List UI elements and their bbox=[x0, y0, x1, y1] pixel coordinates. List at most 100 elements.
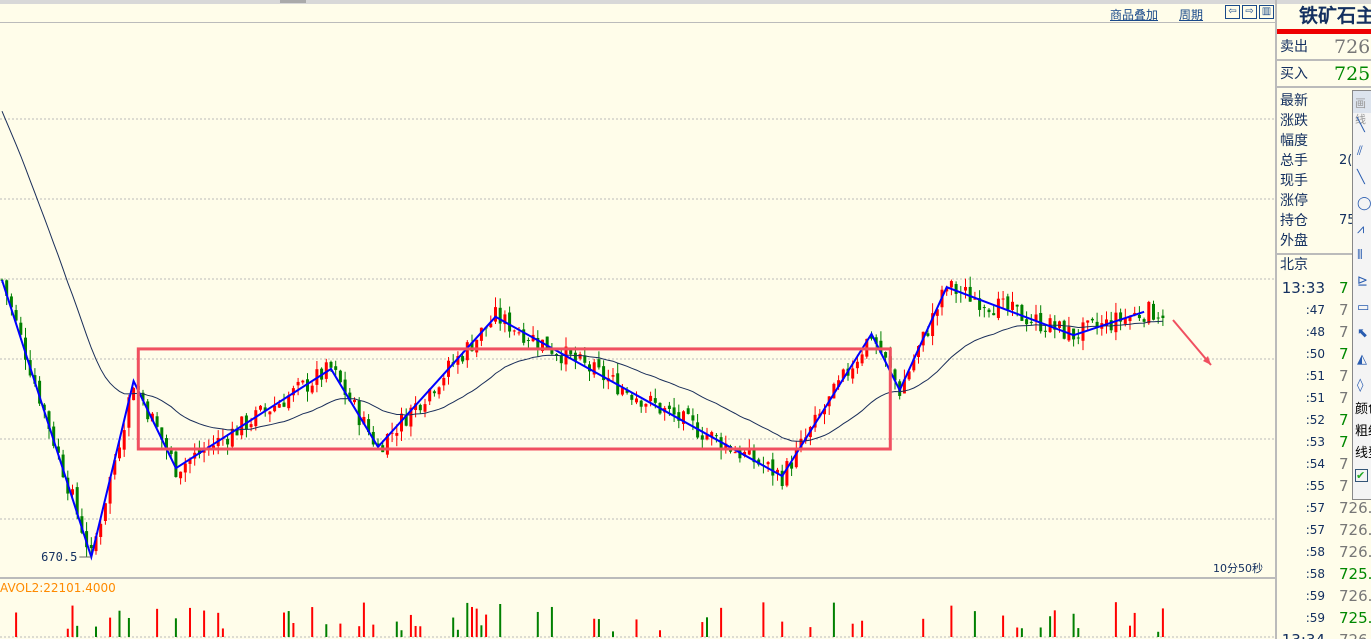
tick-price: 7 bbox=[1339, 323, 1349, 341]
candle-body bbox=[968, 286, 972, 302]
arrow-right-icon[interactable]: ⇨ bbox=[1242, 5, 1257, 19]
tick-row: :59 726. bbox=[1277, 585, 1371, 607]
candle-body bbox=[926, 333, 930, 336]
low-price-label: 670.5 bbox=[41, 550, 77, 564]
candle-body bbox=[1043, 330, 1047, 332]
trend-arrow[interactable] bbox=[1172, 319, 1212, 366]
candle-body bbox=[1006, 296, 1010, 310]
drawing-toolbar: 画线 ╲⫽╲◯⩘⦀⊵▭⬉◭◊ 颜色 粗细 线型 ✔ bbox=[1352, 90, 1371, 500]
draw-tool-icon[interactable]: ▭ bbox=[1353, 295, 1371, 321]
tick-time: 13:34 bbox=[1277, 629, 1325, 639]
color-label: 颜色 bbox=[1355, 402, 1371, 417]
chart-header: 商品叠加 周期 ⇦ ⇨ ▥ bbox=[0, 4, 1276, 23]
draw-tool-icon[interactable]: ╲ bbox=[1353, 165, 1371, 191]
candle-body bbox=[508, 312, 512, 332]
stat-label: 持仓 bbox=[1280, 213, 1308, 229]
draw-tool-icon[interactable]: ⬉ bbox=[1353, 321, 1371, 347]
tick-row: :59 725. bbox=[1277, 607, 1371, 629]
candle-body bbox=[1086, 320, 1090, 323]
tick-row: :57 726. bbox=[1277, 497, 1371, 519]
tick-time: :51 bbox=[1305, 369, 1325, 383]
drawing-toolbar-title: 画线 bbox=[1353, 91, 1371, 126]
candle-body bbox=[733, 452, 737, 454]
tick-price: 7 bbox=[1339, 455, 1349, 473]
tick-price: 726. bbox=[1339, 521, 1371, 539]
candle-body bbox=[771, 459, 775, 476]
tick-price: 7 bbox=[1339, 477, 1349, 495]
style-label: 线型 bbox=[1355, 446, 1371, 461]
candle-body bbox=[649, 395, 653, 402]
candle-body bbox=[714, 435, 718, 437]
tick-row: :57 726. bbox=[1277, 519, 1371, 541]
candle-body bbox=[1142, 319, 1146, 322]
candle-body bbox=[526, 340, 530, 342]
tick-price: 726. bbox=[1339, 543, 1371, 561]
candle-body bbox=[353, 399, 356, 403]
tick-price: 7 bbox=[1339, 411, 1349, 429]
candle-body bbox=[884, 352, 888, 358]
tick-price: 726. bbox=[1339, 629, 1371, 639]
candle-body bbox=[89, 544, 93, 549]
tick-row: :58 725. bbox=[1277, 563, 1371, 585]
draw-tool-icon[interactable]: ◊ bbox=[1353, 373, 1371, 399]
tick-time: :47 bbox=[1305, 303, 1325, 317]
tick-time: :51 bbox=[1305, 391, 1325, 405]
candle-body bbox=[268, 411, 272, 415]
candle-body bbox=[635, 398, 638, 403]
tick-time: :57 bbox=[1305, 523, 1325, 537]
candle-body bbox=[498, 307, 502, 324]
tick-price: 7 bbox=[1339, 301, 1349, 319]
candle-body bbox=[644, 403, 648, 407]
candle-body bbox=[465, 342, 469, 361]
sell-label: 卖出 bbox=[1280, 39, 1308, 55]
buy-price: 725. bbox=[1334, 63, 1371, 85]
candle-body bbox=[118, 447, 121, 459]
candle-body bbox=[334, 366, 338, 370]
candle-body bbox=[395, 433, 399, 436]
candle-body bbox=[296, 381, 300, 386]
scroll-knob[interactable] bbox=[280, 0, 306, 3]
tick-price: 7 bbox=[1339, 367, 1349, 385]
tick-price: 7 bbox=[1339, 345, 1349, 363]
draw-tool-icon[interactable]: ⩘ bbox=[1353, 217, 1371, 243]
period-link[interactable]: 周期 bbox=[1179, 6, 1203, 23]
moving-average-line bbox=[1, 111, 1163, 442]
tick-time: 13:33 bbox=[1281, 279, 1325, 297]
candle-body bbox=[766, 462, 770, 465]
checkbox[interactable]: ✔ bbox=[1355, 469, 1368, 482]
sell-price: 726. bbox=[1334, 36, 1371, 58]
candle-body bbox=[996, 298, 1000, 318]
draw-tool-icon[interactable]: ⦀ bbox=[1353, 243, 1371, 269]
sell-row: 卖出 726. bbox=[1277, 34, 1371, 61]
candle-body bbox=[329, 361, 333, 368]
candle-body bbox=[785, 461, 789, 486]
overlay-link[interactable]: 商品叠加 bbox=[1110, 6, 1158, 23]
draw-tool-icon[interactable]: ◯ bbox=[1353, 191, 1371, 217]
zigzag-line[interactable] bbox=[1, 279, 1145, 561]
candle-body bbox=[954, 284, 958, 294]
tick-time: :59 bbox=[1305, 589, 1325, 603]
candle-body bbox=[691, 415, 695, 421]
tick-time: :53 bbox=[1305, 435, 1325, 449]
draw-tool-icon[interactable]: ◭ bbox=[1353, 347, 1371, 373]
tick-price: 726. bbox=[1339, 499, 1371, 517]
tick-price: 725. bbox=[1339, 609, 1371, 627]
candle-body bbox=[1161, 315, 1165, 319]
draw-tool-icon[interactable]: ⊵ bbox=[1353, 269, 1371, 295]
layout-icon[interactable]: ▥ bbox=[1259, 5, 1274, 19]
candle-body bbox=[1137, 314, 1141, 319]
candle-body bbox=[597, 359, 601, 368]
tick-time: :55 bbox=[1305, 479, 1325, 493]
candle-body bbox=[1025, 319, 1029, 325]
candle-body bbox=[855, 361, 859, 369]
tick-price: 7 bbox=[1339, 279, 1349, 297]
stat-label: 外盘 bbox=[1280, 233, 1308, 249]
candle-body bbox=[418, 404, 422, 411]
candle-body bbox=[1147, 301, 1151, 324]
draw-tool-icon[interactable]: ⫽ bbox=[1353, 139, 1371, 165]
kline-chart[interactable]: 670.5 10分50秒 AVOL2:22101.4000 bbox=[0, 23, 1275, 639]
arrow-left-icon[interactable]: ⇦ bbox=[1225, 5, 1240, 19]
range-box[interactable] bbox=[136, 347, 892, 451]
candle-body bbox=[992, 313, 996, 316]
buy-label: 买入 bbox=[1280, 66, 1308, 82]
